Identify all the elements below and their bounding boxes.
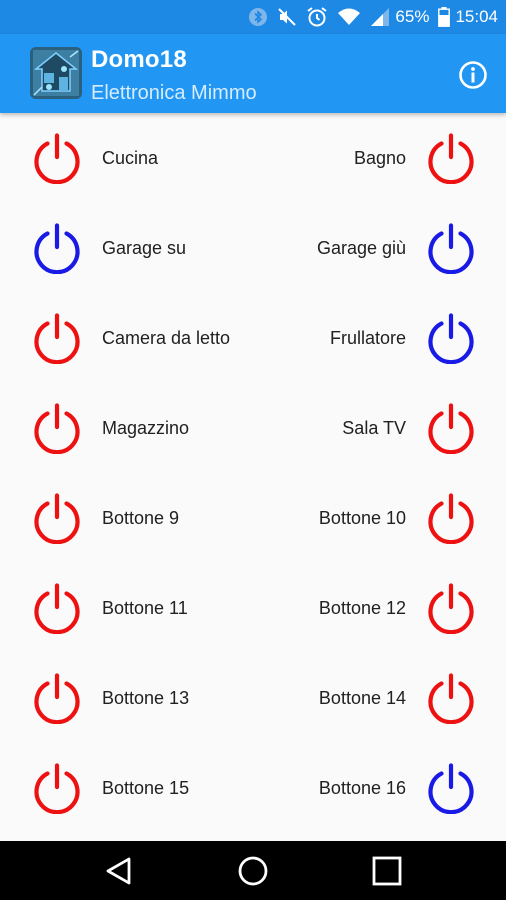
power-icon <box>428 493 474 544</box>
switch-row: Camera da letto Frullatore <box>0 293 506 383</box>
app-bar: Domo18 Elettronica Mimmo <box>0 34 506 113</box>
switch-button[interactable]: Garage su <box>0 203 253 293</box>
switch-label: Bagno <box>353 147 406 168</box>
switch-row: Bottone 15 Bottone 16 <box>0 743 506 833</box>
power-icon <box>34 133 80 184</box>
switch-button[interactable]: Bottone 16 <box>253 743 506 833</box>
switch-button[interactable]: Bottone 9 <box>0 473 253 563</box>
app-title: Domo18 <box>91 46 187 73</box>
switch-row: Bottone 11 Bottone 12 <box>0 563 506 653</box>
power-icon <box>34 673 80 724</box>
switch-row: Bottone 9 Bottone 10 <box>0 473 506 563</box>
switch-button[interactable]: Bagno <box>253 113 506 203</box>
recents-icon[interactable] <box>369 853 405 889</box>
power-icon <box>428 583 474 634</box>
power-icon <box>34 493 80 544</box>
power-icon <box>428 313 474 364</box>
alarm-icon <box>307 7 328 27</box>
wifi-icon <box>338 8 361 25</box>
bluetooth-icon <box>249 8 268 26</box>
power-icon <box>34 313 80 364</box>
power-icon <box>428 403 474 454</box>
navigation-bar <box>0 841 506 900</box>
status-bar: 65% 15:04 <box>0 0 506 34</box>
switch-button[interactable]: Garage giù <box>253 203 506 293</box>
mute-icon <box>278 8 297 26</box>
switch-label: Bottone 15 <box>102 777 190 798</box>
back-icon[interactable] <box>101 853 137 889</box>
power-icon <box>34 583 80 634</box>
switch-label: Bottone 10 <box>318 507 406 528</box>
battery-percent: 65% <box>395 7 430 26</box>
switch-label: Camera da letto <box>102 327 231 348</box>
switch-button[interactable]: Frullatore <box>253 293 506 383</box>
switch-label: Bottone 9 <box>102 507 180 528</box>
switch-button[interactable]: Bottone 10 <box>253 473 506 563</box>
power-icon <box>428 133 474 184</box>
power-icon <box>34 763 80 814</box>
switch-label: Garage su <box>102 237 187 258</box>
switch-row: Bottone 13 Bottone 14 <box>0 653 506 743</box>
switch-button[interactable]: Sala TV <box>253 383 506 473</box>
switch-button[interactable]: Bottone 15 <box>0 743 253 833</box>
switch-row: Cucina Bagno <box>0 113 506 203</box>
switch-label: Bottone 12 <box>318 597 406 618</box>
switch-button[interactable]: Cucina <box>0 113 253 203</box>
switch-label: Frullatore <box>329 327 406 348</box>
switch-button[interactable]: Bottone 13 <box>0 653 253 743</box>
switch-grid: Cucina Bagno Garage su Garage giù Camera da … <box>0 113 506 841</box>
switch-label: Magazzino <box>102 417 190 438</box>
switch-row: Magazzino Sala TV <box>0 383 506 473</box>
power-icon <box>428 763 474 814</box>
app-logo <box>30 47 82 99</box>
switch-button[interactable]: Camera da letto <box>0 293 253 383</box>
power-icon <box>428 223 474 274</box>
switch-label: Garage giù <box>316 237 406 258</box>
power-icon <box>34 223 80 274</box>
home-icon[interactable] <box>235 853 271 889</box>
power-icon <box>428 673 474 724</box>
power-icon <box>34 403 80 454</box>
switch-label: Bottone 16 <box>318 777 406 798</box>
clock: 15:04 <box>455 7 498 26</box>
battery-icon <box>438 7 451 27</box>
switch-label: Bottone 11 <box>102 597 188 618</box>
info-icon[interactable] <box>458 60 488 90</box>
switch-button[interactable]: Bottone 14 <box>253 653 506 743</box>
app-subtitle: Elettronica Mimmo <box>91 82 257 104</box>
switch-button[interactable]: Bottone 11 <box>0 563 253 653</box>
switch-button[interactable]: Bottone 12 <box>253 563 506 653</box>
switch-label: Sala TV <box>342 417 406 438</box>
signal-icon <box>371 8 390 26</box>
switch-label: Bottone 14 <box>318 687 406 708</box>
switch-row: Garage su Garage giù <box>0 203 506 293</box>
switch-label: Bottone 13 <box>102 687 190 708</box>
switch-button[interactable]: Magazzino <box>0 383 253 473</box>
switch-label: Cucina <box>102 147 159 168</box>
